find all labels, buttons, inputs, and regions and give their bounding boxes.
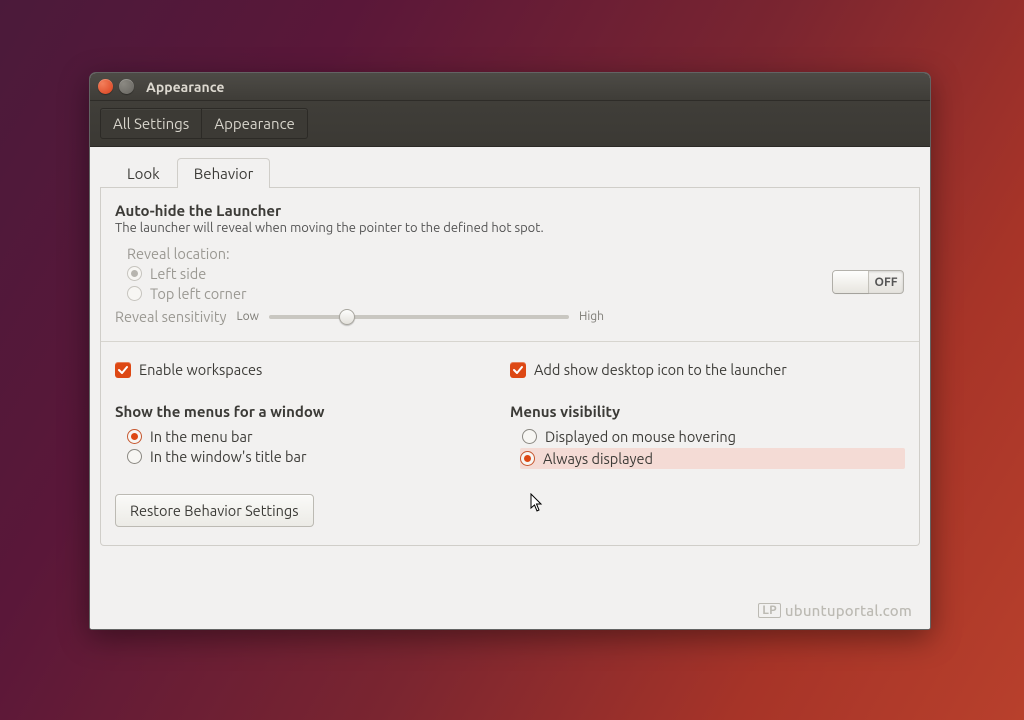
autohide-section: Auto-hide the Launcher The launcher will… xyxy=(115,202,905,325)
sensitivity-high: High xyxy=(579,310,604,323)
checkbox-row: Enable workspaces Add show desktop icon … xyxy=(115,358,905,381)
window-title: Appearance xyxy=(146,79,224,95)
content-area: Look Behavior Auto-hide the Launcher The… xyxy=(90,147,930,629)
watermark: LP ubuntuportal.com xyxy=(758,602,912,619)
autohide-desc: The launcher will reveal when moving the… xyxy=(115,221,905,235)
show-menus-group: Show the menus for a window In the menu … xyxy=(115,403,510,472)
menus-visibility-title: Menus visibility xyxy=(510,403,905,420)
radio-icon xyxy=(127,266,142,281)
reveal-top-left-option: Top left corner xyxy=(127,285,905,302)
reveal-left-label: Left side xyxy=(150,265,206,282)
menubar-label: In the menu bar xyxy=(150,428,252,445)
checkbox-checked-icon xyxy=(115,362,131,378)
autohide-toggle[interactable]: OFF xyxy=(832,270,904,294)
radio-icon xyxy=(127,449,142,464)
enable-workspaces-checkbox[interactable]: Enable workspaces xyxy=(115,361,510,378)
watermark-text: ubuntuportal.com xyxy=(785,602,912,619)
hover-label: Displayed on mouse hovering xyxy=(545,428,736,445)
show-desktop-label: Add show desktop icon to the launcher xyxy=(534,361,787,378)
titlebar[interactable]: Appearance xyxy=(90,73,930,101)
show-desktop-checkbox[interactable]: Add show desktop icon to the launcher xyxy=(510,361,905,378)
reveal-topleft-label: Top left corner xyxy=(150,285,246,302)
toggle-knob[interactable] xyxy=(833,271,869,293)
always-label: Always displayed xyxy=(543,450,653,467)
restore-behavior-button[interactable]: Restore Behavior Settings xyxy=(115,494,314,527)
radio-checked-icon xyxy=(520,451,535,466)
toolbar: All Settings Appearance xyxy=(90,101,930,147)
menus-in-menubar-option[interactable]: In the menu bar xyxy=(127,428,510,445)
tab-look[interactable]: Look xyxy=(110,158,177,188)
menus-visibility-group: Menus visibility Displayed on mouse hove… xyxy=(510,403,905,472)
menus-row: Show the menus for a window In the menu … xyxy=(115,403,905,472)
breadcrumb-all-settings[interactable]: All Settings xyxy=(100,108,202,139)
toggle-label: OFF xyxy=(869,276,903,289)
divider xyxy=(101,341,919,342)
sensitivity-slider[interactable] xyxy=(269,315,569,319)
reveal-location-label: Reveal location: xyxy=(127,245,905,262)
minimize-icon[interactable] xyxy=(119,79,134,94)
menus-in-titlebar-option[interactable]: In the window's title bar xyxy=(127,448,510,465)
behavior-panel: Auto-hide the Launcher The launcher will… xyxy=(100,188,920,546)
checkbox-checked-icon xyxy=(510,362,526,378)
show-menus-title: Show the menus for a window xyxy=(115,403,510,420)
visibility-hover-option[interactable]: Displayed on mouse hovering xyxy=(522,428,905,445)
autohide-title: Auto-hide the Launcher xyxy=(115,202,905,219)
slider-thumb[interactable] xyxy=(339,309,355,325)
workspaces-label: Enable workspaces xyxy=(139,361,262,378)
sensitivity-low: Low xyxy=(237,310,259,323)
visibility-always-option[interactable]: Always displayed xyxy=(520,448,905,469)
tab-behavior[interactable]: Behavior xyxy=(177,158,271,188)
tab-bar: Look Behavior xyxy=(100,157,920,188)
radio-checked-icon xyxy=(127,429,142,444)
radio-icon xyxy=(127,286,142,301)
titlebar-label: In the window's title bar xyxy=(150,448,306,465)
radio-icon xyxy=(522,429,537,444)
breadcrumb-appearance[interactable]: Appearance xyxy=(201,108,307,139)
reveal-sensitivity-row: Reveal sensitivity Low High xyxy=(115,308,905,325)
reveal-left-side-option: Left side xyxy=(127,265,905,282)
settings-window: Appearance All Settings Appearance Look … xyxy=(89,72,931,630)
cursor-icon xyxy=(530,493,544,513)
close-icon[interactable] xyxy=(98,79,113,94)
sensitivity-label: Reveal sensitivity xyxy=(115,308,227,325)
watermark-logo: LP xyxy=(758,603,781,618)
